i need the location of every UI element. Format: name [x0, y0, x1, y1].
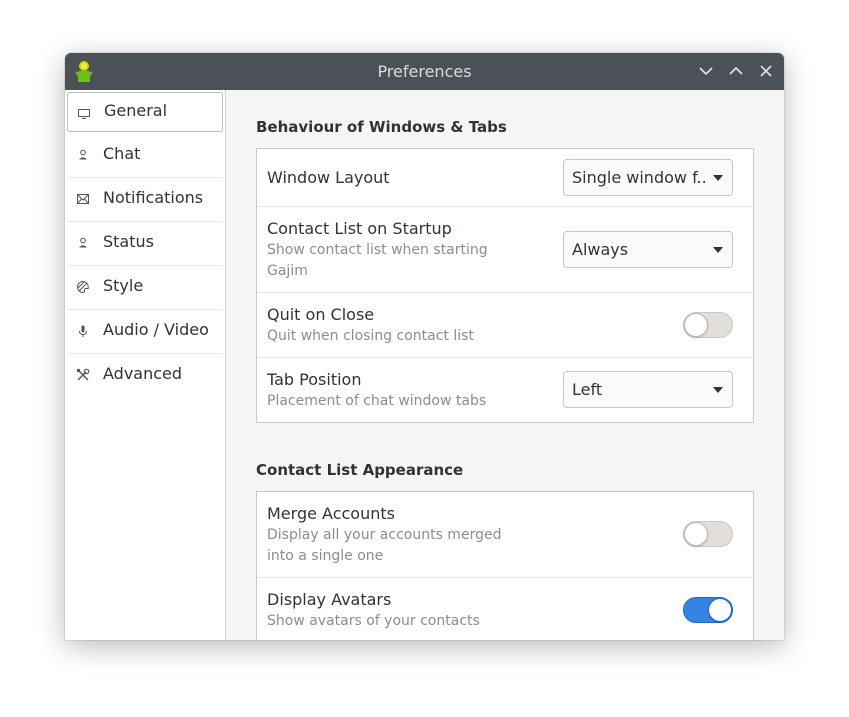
- tools-icon: [75, 367, 91, 383]
- window-layout-row: Window Layout Single window f...: [257, 149, 753, 207]
- toggle-knob: [684, 522, 708, 546]
- window-title: Preferences: [377, 62, 472, 81]
- dropdown-arrow-icon: [713, 387, 723, 393]
- row-subtitle: Show contact list when starting Gajim: [267, 242, 488, 279]
- sidebar-item-label: Notifications: [103, 188, 204, 207]
- tab-position-dropdown[interactable]: Left: [563, 371, 733, 408]
- display-avatars-row: Display Avatars Show avatars of your con…: [257, 578, 753, 640]
- row-title: Quit on Close: [267, 305, 375, 324]
- section-title-windows-tabs: Behaviour of Windows & Tabs: [256, 118, 507, 136]
- sidebar-item-general[interactable]: General: [67, 92, 223, 132]
- dropdown-arrow-icon: [713, 247, 723, 253]
- dropdown-value: Single window f...: [572, 168, 708, 187]
- sidebar-item-label: General: [104, 101, 168, 120]
- sidebar-item-notifications[interactable]: Notifications: [67, 178, 223, 222]
- toggle-knob: [708, 598, 732, 622]
- sidebar-item-label: Chat: [103, 144, 141, 163]
- preferences-window: Preferences General Chat Notifications S…: [65, 53, 784, 640]
- row-subtitle: Display all your accounts merged into a …: [267, 527, 502, 564]
- palette-icon: [75, 279, 91, 295]
- close-icon: [760, 65, 772, 77]
- sidebar-item-style[interactable]: Style: [67, 266, 223, 310]
- monitor-icon: [76, 106, 92, 122]
- sidebar-item-status[interactable]: Status: [67, 222, 223, 266]
- display-avatars-toggle[interactable]: [683, 597, 733, 623]
- toggle-knob: [684, 313, 708, 337]
- merge-accounts-toggle[interactable]: [683, 521, 733, 547]
- quit-on-close-row: Quit on Close Quit when closing contact …: [257, 293, 753, 358]
- sidebar-item-label: Audio / Video: [103, 320, 209, 339]
- merge-accounts-row: Merge Accounts Display all your accounts…: [257, 492, 753, 578]
- microphone-icon: [75, 323, 91, 339]
- sidebar-item-audio-video[interactable]: Audio / Video: [67, 310, 223, 354]
- row-title: Tab Position: [267, 370, 362, 389]
- minimize-button[interactable]: [697, 62, 715, 80]
- row-title: Window Layout: [267, 168, 390, 187]
- row-subtitle: Placement of chat window tabs: [267, 393, 487, 409]
- dropdown-arrow-icon: [713, 175, 723, 181]
- section-title-contact-list-appearance: Contact List Appearance: [256, 461, 464, 479]
- window-layout-dropdown[interactable]: Single window f...: [563, 159, 733, 196]
- row-subtitle: Quit when closing contact list: [267, 328, 474, 344]
- dropdown-value: Always: [572, 240, 629, 259]
- dropdown-value: Left: [572, 380, 603, 399]
- preferences-content[interactable]: Behaviour of Windows & Tabs Window Layou…: [226, 90, 784, 640]
- sidebar-item-label: Style: [103, 276, 144, 295]
- row-subtitle: Show avatars of your contacts: [267, 613, 480, 629]
- close-button[interactable]: [757, 62, 775, 80]
- row-title: Merge Accounts: [267, 504, 395, 523]
- sidebar-item-chat[interactable]: Chat: [67, 134, 223, 178]
- windows-tabs-card: Window Layout Single window f... Contact…: [256, 148, 754, 423]
- tab-position-row: Tab Position Placement of chat window ta…: [257, 358, 753, 422]
- person-icon: [75, 147, 91, 163]
- contact-list-appearance-card: Merge Accounts Display all your accounts…: [256, 491, 754, 640]
- contact-list-startup-dropdown[interactable]: Always: [563, 231, 733, 268]
- sidebar: General Chat Notifications Status Style: [65, 90, 226, 640]
- maximize-button[interactable]: [727, 62, 745, 80]
- sidebar-item-label: Status: [103, 232, 154, 251]
- row-title: Display Avatars: [267, 590, 392, 609]
- chevron-up-icon: [729, 66, 743, 75]
- chevron-down-icon: [699, 67, 713, 76]
- row-title: Contact List on Startup: [267, 219, 452, 238]
- person-icon: [75, 235, 91, 251]
- sidebar-item-advanced[interactable]: Advanced: [67, 354, 223, 398]
- envelope-icon: [75, 191, 91, 207]
- quit-on-close-toggle[interactable]: [683, 312, 733, 338]
- contact-list-startup-row: Contact List on Startup Show contact lis…: [257, 207, 753, 293]
- sidebar-item-label: Advanced: [103, 364, 183, 383]
- titlebar[interactable]: Preferences: [65, 53, 784, 90]
